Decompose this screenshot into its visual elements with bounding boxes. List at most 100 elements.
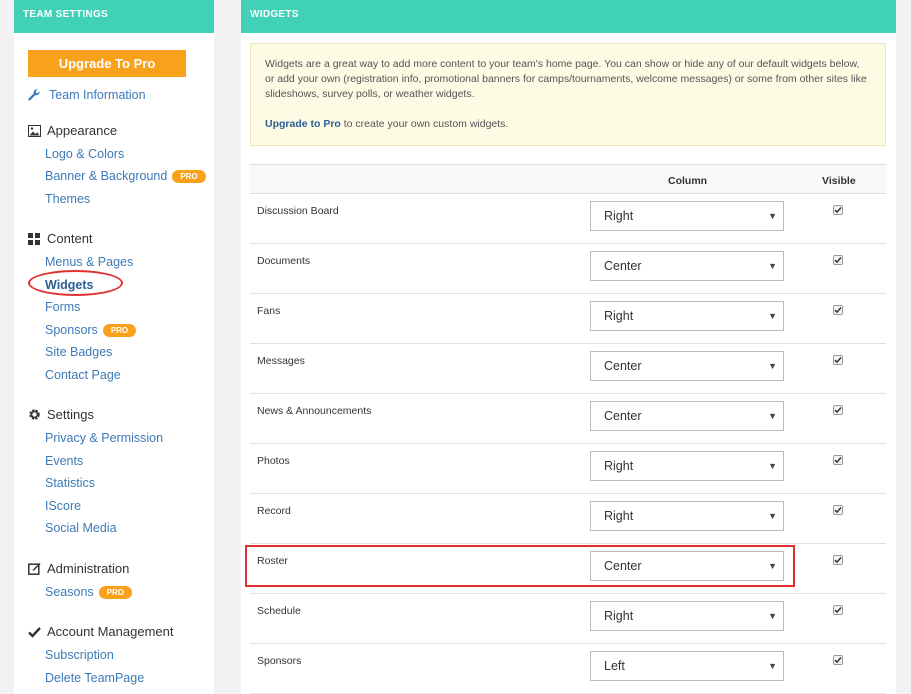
check-icon: [834, 557, 842, 564]
wrench-icon: [27, 88, 41, 102]
caret-down-icon: ▼: [768, 461, 777, 471]
edit-square-icon: [27, 562, 41, 576]
sidebar-item-forms[interactable]: Forms: [45, 300, 80, 314]
sidebar-item-seasons[interactable]: Seasons PRO: [45, 585, 132, 599]
column-select[interactable]: Right ▼: [590, 501, 784, 531]
caret-down-icon: ▼: [768, 611, 777, 621]
column-select[interactable]: Right ▼: [590, 301, 784, 331]
column-select[interactable]: Left ▼: [590, 651, 784, 681]
sidebar-item-team-information[interactable]: Team Information: [27, 88, 146, 102]
visible-checkbox[interactable]: [833, 655, 843, 665]
caret-down-icon: ▼: [768, 511, 777, 521]
select-value: Right: [604, 609, 634, 623]
pro-badge: PRO: [102, 323, 137, 337]
caret-down-icon: ▼: [768, 311, 777, 321]
check-icon: [834, 257, 842, 264]
visible-checkbox[interactable]: [833, 555, 843, 565]
column-select[interactable]: Center ▼: [590, 351, 784, 381]
select-value: Center: [604, 359, 642, 373]
table-row: News & Announcements Center ▼: [250, 394, 886, 444]
section-account-management: Account Management: [27, 624, 173, 639]
check-icon: [834, 307, 842, 314]
sidebar-item-logo-colors[interactable]: Logo & Colors: [45, 147, 124, 161]
visible-checkbox[interactable]: [833, 405, 843, 415]
sidebar-item-subscription[interactable]: Subscription: [45, 648, 114, 662]
column-select[interactable]: Right ▼: [590, 601, 784, 631]
sidebar-item-label: Team Information: [49, 88, 146, 102]
sidebar-item-events[interactable]: Events: [45, 454, 83, 468]
sidebar-item-social-media[interactable]: Social Media: [45, 521, 117, 535]
sidebar-item-delete-teampage[interactable]: Delete TeamPage: [45, 671, 144, 685]
pro-badge: PRO: [172, 169, 206, 183]
widgets-table: Column Visible Discussion Board Right ▼ …: [250, 164, 886, 694]
check-icon: [834, 207, 842, 214]
sidebar-item-themes[interactable]: Themes: [45, 192, 90, 206]
widget-name: Fans: [257, 305, 281, 317]
sidebar-item-privacy-permission[interactable]: Privacy & Permission: [45, 431, 163, 445]
sidebar-item-sponsors[interactable]: Sponsors PRO: [45, 323, 137, 337]
visible-checkbox[interactable]: [833, 305, 843, 315]
sidebar-item-iscore[interactable]: IScore: [45, 499, 81, 513]
section-settings: Settings: [27, 407, 94, 422]
table-row: Messages Center ▼: [250, 344, 886, 394]
table-row: Record Right ▼: [250, 494, 886, 544]
select-value: Center: [604, 259, 642, 273]
check-icon: [834, 407, 842, 414]
caret-down-icon: ▼: [768, 661, 777, 671]
visible-checkbox[interactable]: [833, 605, 843, 615]
upgrade-to-pro-link[interactable]: Upgrade to Pro: [265, 118, 341, 130]
widget-name: Photos: [257, 455, 290, 467]
widgets-header: WIDGETS: [241, 0, 896, 33]
table-row: Fans Right ▼: [250, 294, 886, 344]
upgrade-to-pro-button[interactable]: Upgrade To Pro: [28, 50, 186, 77]
column-select[interactable]: Center ▼: [590, 251, 784, 281]
gear-icon: [27, 408, 41, 422]
highlight-annotation-rect: [245, 545, 795, 587]
sidebar-header: TEAM SETTINGS: [14, 0, 214, 33]
sidebar-item-banner-background[interactable]: Banner & Background PRO: [45, 169, 206, 183]
table-row: Documents Center ▼: [250, 244, 886, 294]
visible-checkbox[interactable]: [833, 355, 843, 365]
table-row: Schedule Right ▼: [250, 594, 886, 644]
widget-name: Messages: [257, 355, 305, 367]
sidebar-item-statistics[interactable]: Statistics: [45, 476, 95, 490]
check-icon: [834, 457, 842, 464]
select-value: Right: [604, 509, 634, 523]
grid-icon: [27, 232, 41, 246]
widget-name: Schedule: [257, 605, 301, 617]
select-value: Right: [604, 309, 634, 323]
section-administration: Administration: [27, 561, 129, 576]
sidebar-item-menus-pages[interactable]: Menus & Pages: [45, 255, 133, 269]
column-header-column: Column: [668, 175, 708, 187]
select-value: Right: [604, 209, 634, 223]
widgets-info-box: Widgets are a great way to add more cont…: [250, 43, 886, 146]
widget-name: Record: [257, 505, 291, 517]
column-select[interactable]: Right ▼: [590, 201, 784, 231]
select-value: Left: [604, 659, 625, 673]
settings-sidebar: TEAM SETTINGS Upgrade To Pro Team Inform…: [14, 0, 214, 694]
check-icon: [834, 357, 842, 364]
table-header: Column Visible: [250, 164, 886, 194]
column-header-visible: Visible: [822, 175, 856, 187]
visible-checkbox[interactable]: [833, 455, 843, 465]
visible-checkbox[interactable]: [833, 505, 843, 515]
caret-down-icon: ▼: [768, 211, 777, 221]
pro-badge: PRO: [98, 585, 132, 599]
check-icon: [834, 507, 842, 514]
info-text: Widgets are a great way to add more cont…: [265, 58, 867, 100]
caret-down-icon: ▼: [768, 261, 777, 271]
column-select[interactable]: Right ▼: [590, 451, 784, 481]
table-row: Sponsors Left ▼: [250, 644, 886, 694]
select-value: Right: [604, 459, 634, 473]
widget-name: Sponsors: [257, 655, 302, 667]
caret-down-icon: ▼: [768, 361, 777, 371]
sidebar-item-contact-page[interactable]: Contact Page: [45, 368, 121, 382]
section-content: Content: [27, 231, 93, 246]
highlight-annotation-oval: [28, 270, 123, 296]
column-select[interactable]: Center ▼: [590, 401, 784, 431]
visible-checkbox[interactable]: [833, 255, 843, 265]
table-row: Photos Right ▼: [250, 444, 886, 494]
visible-checkbox[interactable]: [833, 205, 843, 215]
check-icon: [834, 607, 842, 614]
sidebar-item-site-badges[interactable]: Site Badges: [45, 345, 112, 359]
